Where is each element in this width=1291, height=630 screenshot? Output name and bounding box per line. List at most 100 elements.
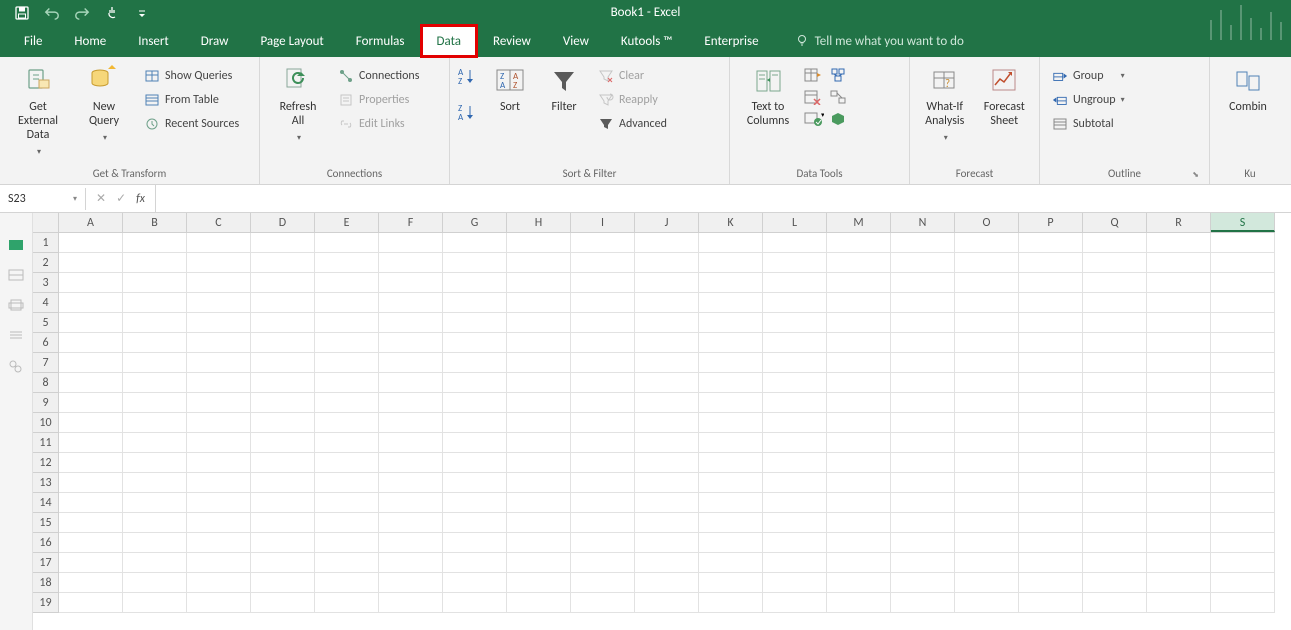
- column-header-K[interactable]: K: [699, 213, 763, 232]
- row-header-7[interactable]: 7: [33, 353, 58, 373]
- row-header-18[interactable]: 18: [33, 573, 58, 593]
- combine-button[interactable]: Combin: [1218, 61, 1278, 118]
- spreadsheet-grid[interactable]: ABCDEFGHIJKLMNOPQRS 12345678910111213141…: [33, 213, 1291, 630]
- column-header-R[interactable]: R: [1147, 213, 1211, 232]
- redo-icon[interactable]: [74, 5, 90, 21]
- insert-function-icon[interactable]: fx: [136, 192, 145, 206]
- tab-draw[interactable]: Draw: [185, 25, 245, 57]
- show-queries-button[interactable]: Show Queries: [140, 65, 243, 87]
- row-header-6[interactable]: 6: [33, 333, 58, 353]
- row-header-8[interactable]: 8: [33, 373, 58, 393]
- advanced-filter-button[interactable]: Advanced: [594, 113, 671, 135]
- column-header-O[interactable]: O: [955, 213, 1019, 232]
- relationships-icon[interactable]: [830, 89, 846, 105]
- select-all-corner[interactable]: [33, 213, 59, 233]
- column-header-F[interactable]: F: [379, 213, 443, 232]
- sort-desc-icon[interactable]: ZA: [458, 103, 480, 121]
- tab-file[interactable]: File: [8, 25, 58, 57]
- gutter-custom-icon[interactable]: [8, 329, 24, 345]
- ungroup-button[interactable]: Ungroup ▾: [1048, 89, 1129, 111]
- sort-asc-icon[interactable]: AZ: [458, 67, 480, 85]
- tab-view[interactable]: View: [547, 25, 605, 57]
- recent-sources-button[interactable]: Recent Sources: [140, 113, 243, 135]
- grid-area: ABCDEFGHIJKLMNOPQRS 12345678910111213141…: [0, 213, 1291, 630]
- column-header-G[interactable]: G: [443, 213, 507, 232]
- column-header-C[interactable]: C: [187, 213, 251, 232]
- group-rows-button[interactable]: Group ▾: [1048, 65, 1129, 87]
- title-bar: Book1 - Excel: [0, 0, 1291, 25]
- name-box[interactable]: S23 ▾: [0, 188, 86, 210]
- row-header-9[interactable]: 9: [33, 393, 58, 413]
- from-table-button[interactable]: From Table: [140, 89, 243, 111]
- remove-duplicates-icon[interactable]: [804, 89, 824, 105]
- row-header-12[interactable]: 12: [33, 453, 58, 473]
- subtotal-button[interactable]: Subtotal: [1048, 113, 1129, 135]
- tab-insert[interactable]: Insert: [122, 25, 185, 57]
- gutter-find-icon[interactable]: [8, 359, 24, 375]
- tab-formulas[interactable]: Formulas: [340, 25, 421, 57]
- gutter-print-icon[interactable]: [8, 299, 24, 315]
- tab-page-layout[interactable]: Page Layout: [244, 25, 339, 57]
- row-header-10[interactable]: 10: [33, 413, 58, 433]
- cells[interactable]: [59, 233, 1275, 613]
- column-header-S[interactable]: S: [1211, 213, 1275, 232]
- manage-data-model-icon[interactable]: [830, 111, 846, 127]
- column-headers[interactable]: ABCDEFGHIJKLMNOPQRS: [59, 213, 1275, 233]
- tab-home[interactable]: Home: [58, 25, 122, 57]
- refresh-all-button[interactable]: Refresh All▾: [268, 61, 328, 149]
- column-header-Q[interactable]: Q: [1083, 213, 1147, 232]
- row-header-14[interactable]: 14: [33, 493, 58, 513]
- tab-enterprise[interactable]: Enterprise: [688, 25, 774, 57]
- column-header-H[interactable]: H: [507, 213, 571, 232]
- row-header-11[interactable]: 11: [33, 433, 58, 453]
- row-header-3[interactable]: 3: [33, 273, 58, 293]
- tab-review[interactable]: Review: [477, 25, 547, 57]
- column-header-L[interactable]: L: [763, 213, 827, 232]
- data-validation-icon[interactable]: ▾: [804, 111, 824, 127]
- row-header-15[interactable]: 15: [33, 513, 58, 533]
- column-header-P[interactable]: P: [1019, 213, 1083, 232]
- dialog-launcher-icon[interactable]: ⬊: [1192, 170, 1199, 180]
- consolidate-icon[interactable]: [830, 67, 846, 83]
- formula-input[interactable]: [156, 188, 1291, 210]
- save-icon[interactable]: [14, 5, 30, 21]
- new-query-button[interactable]: New Query▾: [74, 61, 134, 149]
- what-if-analysis-button[interactable]: ? What-If Analysis▾: [918, 61, 972, 149]
- row-headers[interactable]: 12345678910111213141516171819: [33, 233, 59, 613]
- ungroup-icon: [1052, 92, 1068, 108]
- quick-access-toolbar: [0, 5, 150, 21]
- row-header-17[interactable]: 17: [33, 553, 58, 573]
- touch-mode-icon[interactable]: [104, 5, 120, 21]
- recent-icon: [144, 116, 160, 132]
- column-header-N[interactable]: N: [891, 213, 955, 232]
- column-header-J[interactable]: J: [635, 213, 699, 232]
- forecast-sheet-button[interactable]: Forecast Sheet: [978, 61, 1032, 132]
- gutter-normal-icon[interactable]: [8, 239, 24, 255]
- connections-button[interactable]: Connections: [334, 65, 423, 87]
- tab-kutools[interactable]: Kutools ™: [605, 25, 689, 57]
- undo-icon[interactable]: [44, 5, 60, 21]
- gutter-pagebreak-icon[interactable]: [8, 269, 24, 285]
- tab-data[interactable]: Data: [421, 25, 478, 57]
- text-to-columns-button[interactable]: Text to Columns: [738, 61, 798, 132]
- row-header-2[interactable]: 2: [33, 253, 58, 273]
- row-header-4[interactable]: 4: [33, 293, 58, 313]
- row-header-13[interactable]: 13: [33, 473, 58, 493]
- filter-button[interactable]: Filter: [540, 61, 588, 118]
- column-header-I[interactable]: I: [571, 213, 635, 232]
- column-header-B[interactable]: B: [123, 213, 187, 232]
- row-header-19[interactable]: 19: [33, 593, 58, 613]
- sort-button[interactable]: ZAAZ Sort: [486, 61, 534, 118]
- get-external-data-button[interactable]: Get External Data▾: [8, 61, 68, 163]
- group-outline: Group ▾ Ungroup ▾ Subtotal Outline⬊: [1040, 57, 1210, 184]
- flash-fill-icon[interactable]: [804, 67, 824, 83]
- column-header-D[interactable]: D: [251, 213, 315, 232]
- row-header-16[interactable]: 16: [33, 533, 58, 553]
- tell-me-search[interactable]: Tell me what you want to do: [775, 34, 964, 49]
- column-header-A[interactable]: A: [59, 213, 123, 232]
- row-header-5[interactable]: 5: [33, 313, 58, 333]
- customize-qat-icon[interactable]: [134, 5, 150, 21]
- row-header-1[interactable]: 1: [33, 233, 58, 253]
- column-header-M[interactable]: M: [827, 213, 891, 232]
- column-header-E[interactable]: E: [315, 213, 379, 232]
